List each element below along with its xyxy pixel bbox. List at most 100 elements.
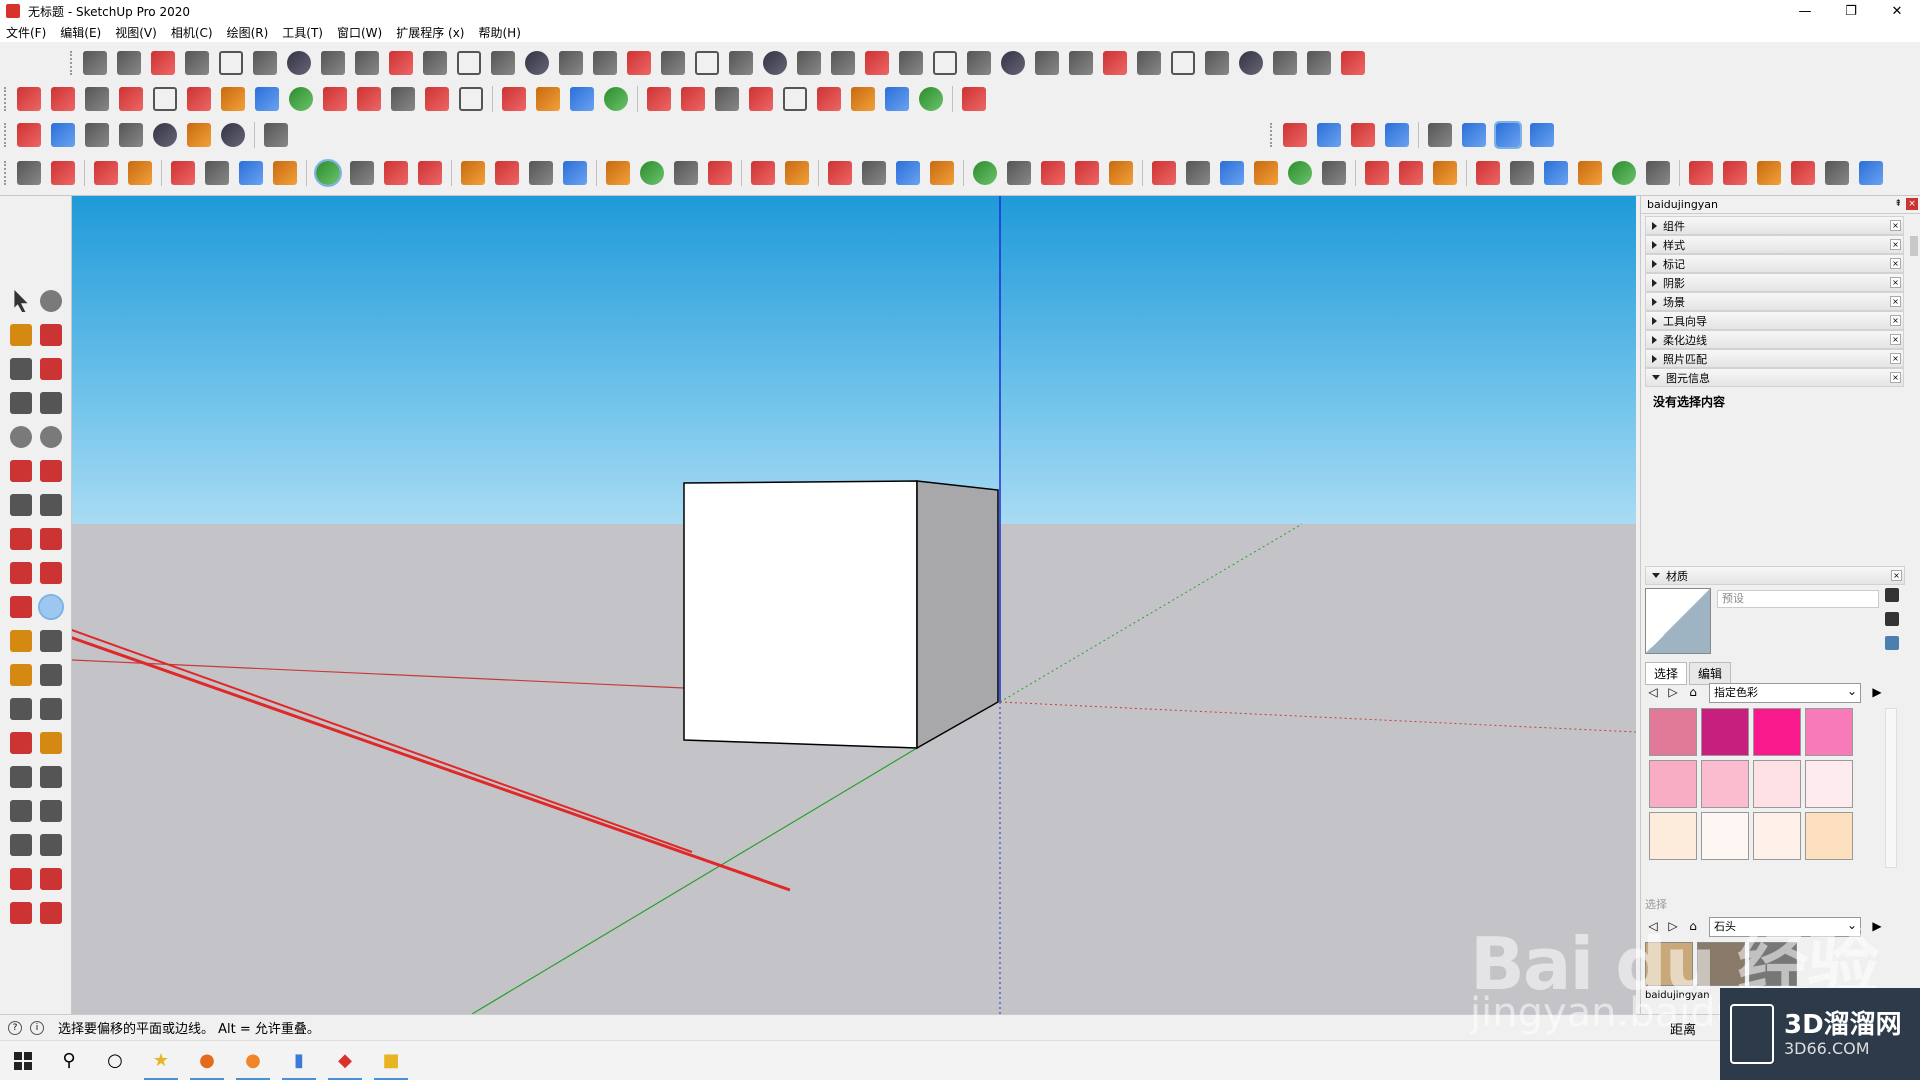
left-tool-icon[interactable] (10, 460, 32, 482)
panel-close-icon[interactable]: × (1890, 353, 1901, 364)
panel-item[interactable]: 图元信息 × (1645, 368, 1904, 387)
toolbar-grip[interactable] (4, 87, 8, 111)
toolbar-tool-icon[interactable] (1544, 161, 1568, 185)
toolbar-tool-icon[interactable] (418, 161, 442, 185)
toolbar-tool-icon[interactable] (525, 51, 549, 75)
toolbar-tool-icon[interactable] (51, 123, 75, 147)
toolbar-tool-icon[interactable] (919, 87, 943, 111)
toolbar-tool-icon[interactable] (255, 87, 279, 111)
menu-window[interactable]: 窗口(W) (337, 24, 382, 41)
left-tool-icon[interactable] (10, 732, 32, 754)
toolbar-tool-icon[interactable] (357, 87, 381, 111)
color-swatch[interactable] (1805, 812, 1853, 860)
toolbar-tool-icon[interactable] (1322, 161, 1346, 185)
tray-scroll-thumb[interactable] (1910, 236, 1918, 256)
create-material-icon[interactable] (1885, 612, 1899, 626)
panel-close-icon[interactable]: × (1890, 315, 1901, 326)
toolbar-tool-icon[interactable] (1254, 161, 1278, 185)
toolbar-tool-icon[interactable] (1007, 161, 1031, 185)
toolbar-tool-icon[interactable] (287, 51, 311, 75)
left-tool-icon[interactable] (10, 800, 32, 822)
left-tool-icon[interactable] (10, 698, 32, 720)
toolbar-grip[interactable] (4, 123, 8, 147)
toolbar-tool-icon[interactable] (425, 87, 449, 111)
left-tool-icon[interactable] (40, 528, 62, 550)
toolbar-tool-icon[interactable] (221, 87, 245, 111)
toolbar-tool-icon[interactable] (973, 161, 997, 185)
color-swatch[interactable] (1649, 708, 1697, 756)
panel-close-icon[interactable]: × (1890, 334, 1901, 345)
color-swatch[interactable] (1805, 760, 1853, 808)
toolbar-tool-icon[interactable] (593, 51, 617, 75)
left-tool-icon[interactable] (40, 630, 62, 652)
toolbar-tool-icon[interactable] (321, 51, 345, 75)
toolbar-tool-icon[interactable] (205, 161, 229, 185)
toolbar-tool-icon[interactable] (17, 161, 41, 185)
left-tool-icon[interactable] (40, 290, 62, 312)
toolbar-tool-icon[interactable] (1239, 51, 1263, 75)
toolbar-tool-icon[interactable] (570, 87, 594, 111)
menu-draw[interactable]: 绘图(R) (227, 24, 269, 41)
left-tool-icon[interactable] (40, 494, 62, 516)
panel-close-icon[interactable]: × (1890, 220, 1901, 231)
restore-button[interactable]: ❐ (1828, 0, 1874, 22)
panel-close-icon[interactable]: × (1890, 258, 1901, 269)
panel-item[interactable]: 组件 × (1645, 216, 1904, 235)
toolbar-tool-icon[interactable] (681, 87, 705, 111)
toolbar-tool-icon[interactable] (865, 51, 889, 75)
material-name-field[interactable]: 预设 (1717, 590, 1879, 608)
toolbar-tool-icon[interactable] (783, 87, 807, 111)
toolbar-tool-icon[interactable] (350, 161, 374, 185)
toolbar-tool-icon[interactable] (187, 123, 211, 147)
display-secondary-icon[interactable] (1885, 588, 1899, 602)
panel-item[interactable]: 照片匹配 × (1645, 349, 1904, 368)
panel-close-icon[interactable]: × (1890, 239, 1901, 250)
left-tool-icon[interactable] (38, 594, 64, 620)
left-tool-icon[interactable] (10, 664, 32, 686)
toolbar-tool-icon[interactable] (1385, 123, 1409, 147)
toolbar-tool-icon[interactable] (1186, 161, 1210, 185)
toolbar-tool-icon[interactable] (389, 51, 413, 75)
toolbar-tool-icon[interactable] (1428, 123, 1452, 147)
panel-close-icon[interactable]: × (1891, 570, 1902, 581)
left-tool-icon[interactable] (10, 324, 32, 346)
left-tool-icon[interactable] (40, 664, 62, 686)
toolbar-tool-icon[interactable] (797, 51, 821, 75)
left-tool-icon[interactable] (14, 290, 28, 312)
tablet-icon[interactable]: ▮ (276, 1041, 322, 1080)
tray-close-button[interactable]: × (1906, 198, 1918, 210)
toolbar-tool-icon[interactable] (695, 51, 719, 75)
toolbar-tool-icon[interactable] (1510, 161, 1534, 185)
toolbar-tool-icon[interactable] (604, 87, 628, 111)
menu-edit[interactable]: 编辑(E) (60, 24, 101, 41)
toolbar-tool-icon[interactable] (1365, 161, 1389, 185)
left-tool-icon[interactable] (40, 698, 62, 720)
toolbar-tool-icon[interactable] (1351, 123, 1375, 147)
toolbar-tool-icon[interactable] (1273, 51, 1297, 75)
toolbar-tool-icon[interactable] (83, 51, 107, 75)
left-tool-icon[interactable] (40, 392, 62, 414)
toolbar-tool-icon[interactable] (933, 51, 957, 75)
toolbar-tool-icon[interactable] (1825, 161, 1849, 185)
toolbar-tool-icon[interactable] (1288, 161, 1312, 185)
color-swatch[interactable] (1701, 708, 1749, 756)
left-tool-icon[interactable] (10, 868, 32, 890)
left-tool-icon[interactable] (10, 494, 32, 516)
panel-item[interactable]: 工具向导 × (1645, 311, 1904, 330)
color-swatch[interactable] (1805, 708, 1853, 756)
toolbar-tool-icon[interactable] (221, 123, 245, 147)
toolbar-tool-icon[interactable] (885, 87, 909, 111)
toolbar-tool-icon[interactable] (1069, 51, 1093, 75)
toolbar-tool-icon[interactable] (1317, 123, 1341, 147)
toolbar-tool-icon[interactable] (85, 87, 109, 111)
color-swatch[interactable] (1753, 708, 1801, 756)
toolbar-tool-icon[interactable] (17, 87, 41, 111)
panel-item[interactable]: 阴影 × (1645, 273, 1904, 292)
toolbar-tool-icon[interactable] (495, 161, 519, 185)
toolbar-tool-icon[interactable] (1494, 121, 1522, 149)
toolbar-tool-icon[interactable] (219, 51, 243, 75)
toolbar-tool-icon[interactable] (1689, 161, 1713, 185)
left-tool-icon[interactable] (10, 630, 32, 652)
toolbar-tool-icon[interactable] (1433, 161, 1457, 185)
toolbar-tool-icon[interactable] (1530, 123, 1554, 147)
